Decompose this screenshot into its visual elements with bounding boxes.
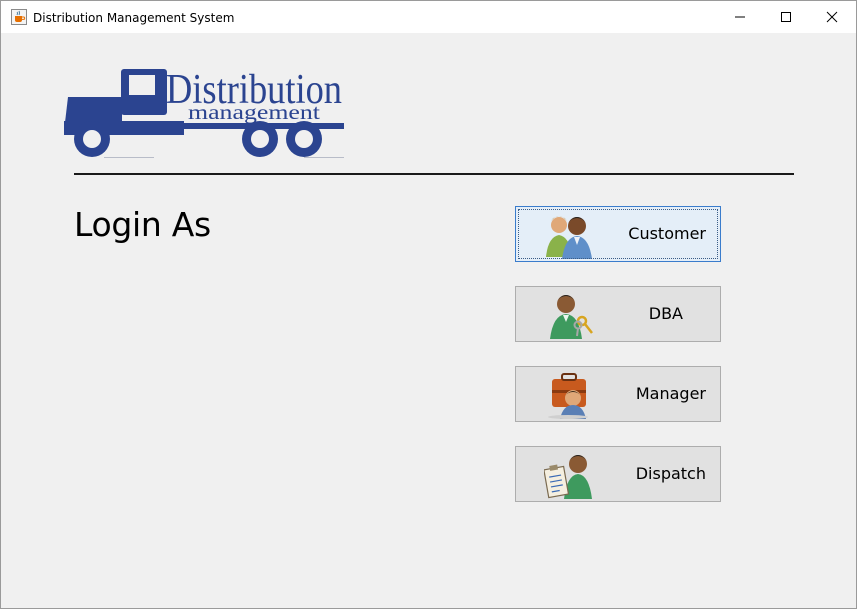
page-title: Login As: [74, 205, 211, 244]
window-title: Distribution Management System: [33, 11, 235, 25]
distribution-logo: Distribution management: [64, 67, 344, 158]
manager-button-label: Manager: [635, 384, 706, 403]
main-content: Distribution management Login As Custome…: [1, 33, 856, 608]
logo-line2: management: [188, 100, 320, 124]
close-icon: [826, 11, 838, 23]
dba-button[interactable]: DBA: [515, 286, 721, 342]
user-with-briefcase-icon: [548, 373, 588, 419]
user-with-keys-icon: [550, 295, 593, 339]
maximize-icon: [781, 12, 791, 22]
customers-pair-icon: [546, 216, 592, 259]
close-button[interactable]: [809, 1, 855, 33]
dispatch-button[interactable]: Dispatch: [515, 446, 721, 502]
title-bar[interactable]: Distribution Management System: [1, 1, 856, 33]
customer-button-label: Customer: [628, 224, 706, 243]
dba-button-label: DBA: [648, 304, 683, 323]
app-window: Distribution Management System Distribut…: [0, 0, 857, 609]
user-with-clipboard-icon: [544, 455, 592, 499]
minimize-button[interactable]: [717, 1, 763, 33]
header-divider: [74, 173, 794, 175]
customer-button[interactable]: Customer: [515, 206, 721, 262]
manager-button[interactable]: Manager: [515, 366, 721, 422]
minimize-icon: [735, 16, 745, 18]
dispatch-button-label: Dispatch: [635, 464, 706, 483]
maximize-button[interactable]: [763, 1, 809, 33]
java-cup-icon: [11, 9, 27, 25]
